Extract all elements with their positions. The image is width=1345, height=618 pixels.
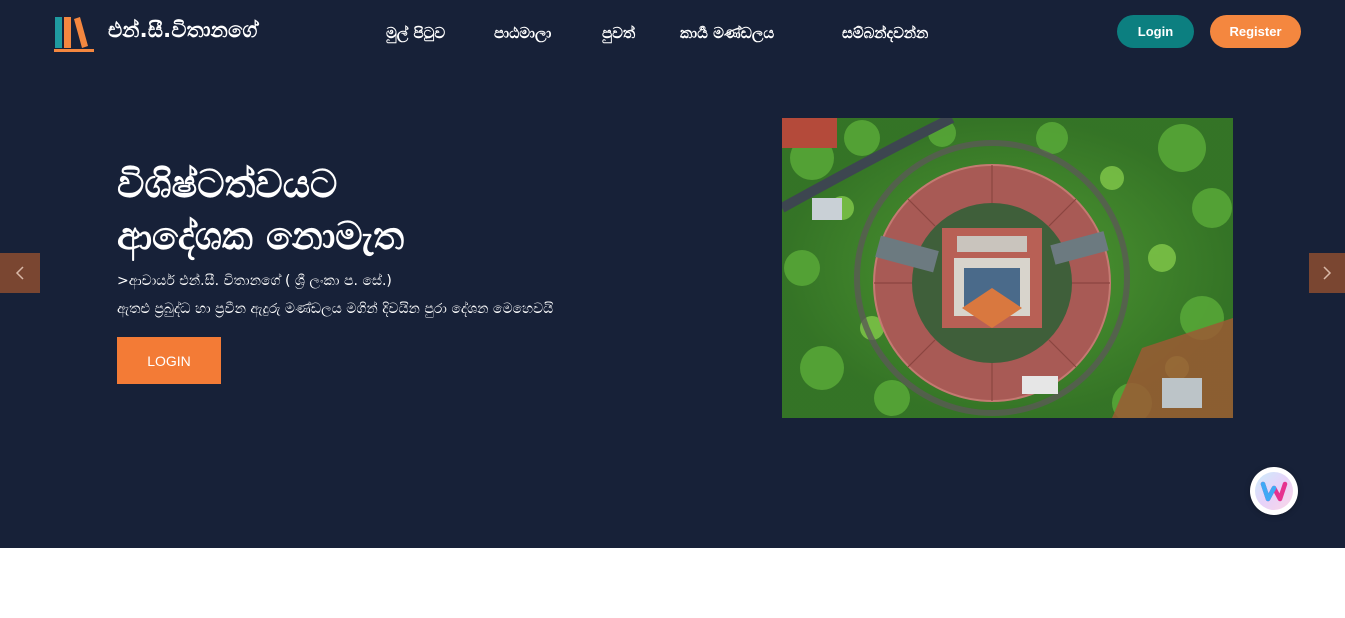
nav-home[interactable]: මුල් පිටුව <box>386 24 445 42</box>
campus-aerial-photo <box>782 118 1233 418</box>
nav-contact[interactable]: සම්බන්දවන්න <box>842 24 928 42</box>
hero-section: එන්.සී.විතානගේ මුල් පිටුව පාඨමාලා පුවත් … <box>0 0 1345 548</box>
brand-name[interactable]: එන්.සී.විතානගේ <box>108 18 258 43</box>
carousel-next-button[interactable] <box>1309 253 1345 293</box>
hero-subtitle: >ආචාර්ය එන්.සී. විතානගේ ( ශ්‍රී ලංකා ප. … <box>117 273 392 289</box>
chat-widget-button[interactable] <box>1250 467 1298 515</box>
hero-login-button[interactable]: LOGIN <box>117 337 221 384</box>
nav-courses[interactable]: පාඨමාලා <box>494 24 551 42</box>
w-chat-widget-icon <box>1255 472 1293 510</box>
register-button[interactable]: Register <box>1210 15 1301 48</box>
headline-line-2: ආදේශක නොමැත <box>117 214 405 258</box>
nav-staff[interactable]: කාර්‍ය මණ්ඩලය <box>680 24 774 42</box>
hero-headline: විශිෂ්ටත්වයට ආදේශක නොමැත <box>117 158 637 262</box>
nav-news[interactable]: පුවත් <box>602 24 635 42</box>
carousel-prev-button[interactable] <box>0 253 40 293</box>
login-button[interactable]: Login <box>1117 15 1194 48</box>
chevron-right-icon <box>1323 266 1332 280</box>
hero-description: ඇතළු ප්‍රබුද්ධ හා ප්‍රවීන ඇදුරු මණ්ඩලය ම… <box>117 301 554 317</box>
books-icon[interactable] <box>54 15 94 52</box>
headline-line-1: විශිෂ්ටත්වයට <box>117 162 338 206</box>
chevron-left-icon <box>15 266 24 280</box>
